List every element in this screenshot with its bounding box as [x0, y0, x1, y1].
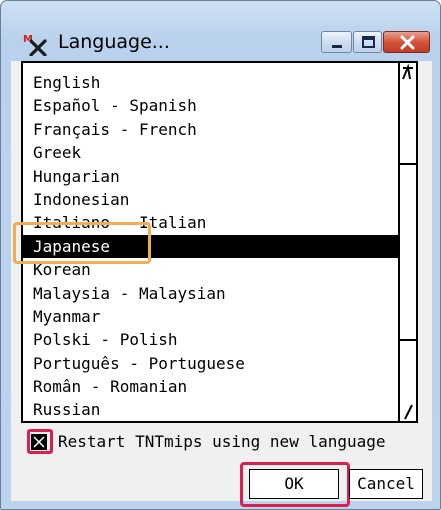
list-item[interactable]: Russian	[23, 398, 400, 421]
title-bar[interactable]: M Language...	[1, 1, 440, 61]
minimize-button[interactable]	[321, 31, 352, 53]
language-list: English Español - Spanish Français - Fre…	[23, 71, 400, 421]
scroll-up-arrow-icon[interactable]	[400, 63, 416, 85]
cancel-button[interactable]: Cancel	[349, 469, 423, 499]
list-item[interactable]: Român - Romanian	[23, 375, 400, 398]
close-button[interactable]	[383, 31, 430, 53]
list-item[interactable]: Malaysia - Malaysian	[23, 282, 400, 305]
list-item[interactable]: Indonesian	[23, 188, 400, 211]
maximize-button[interactable]	[353, 31, 382, 53]
list-item[interactable]: Italiano - Italian	[23, 211, 400, 234]
ok-button[interactable]: OK	[249, 469, 339, 499]
list-item[interactable]: Korean	[23, 258, 400, 281]
list-item[interactable]: Português - Portuguese	[23, 352, 400, 375]
list-item[interactable]: Français - French	[23, 118, 400, 141]
list-item[interactable]: Myanmar	[23, 305, 400, 328]
list-item[interactable]: Greek	[23, 141, 400, 164]
list-item-selected[interactable]: Japanese	[23, 234, 400, 259]
list-item[interactable]: Hungarian	[23, 165, 400, 188]
scroll-down-arrow-icon[interactable]	[400, 399, 416, 421]
list-item[interactable]: Español - Spanish	[23, 94, 400, 117]
list-item[interactable]: Polski - Polish	[23, 328, 400, 351]
tntmips-app-icon: M	[23, 32, 49, 57]
list-item[interactable]: English	[23, 71, 400, 94]
language-dialog: M Language... English Español - Spanish …	[0, 0, 441, 510]
restart-checkbox[interactable]	[31, 434, 47, 450]
language-listbox[interactable]: English Español - Spanish Français - Fre…	[21, 61, 418, 423]
restart-checkbox-label: Restart TNTmips using new language	[58, 432, 386, 451]
window-title: Language...	[58, 31, 170, 53]
vertical-scrollbar[interactable]	[398, 63, 416, 421]
scroll-thumb[interactable]	[400, 163, 416, 341]
